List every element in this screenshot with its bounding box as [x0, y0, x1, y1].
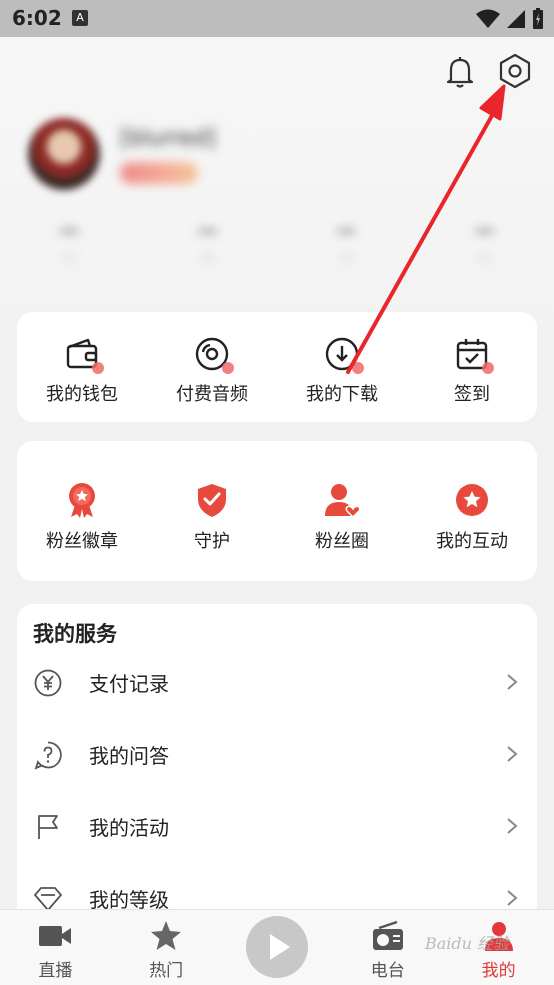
service-item-payment-records[interactable]: 支付记录	[17, 652, 537, 712]
fan-circle-label: 粉丝圈	[277, 527, 407, 553]
fan-badge-button[interactable]: 粉丝徽章	[17, 441, 147, 581]
chevron-right-icon	[505, 888, 519, 908]
stat-item[interactable]: ——	[0, 218, 139, 288]
service-item-my-qa[interactable]: 我的问答	[17, 724, 537, 784]
paid-audio-label: 付费音频	[147, 380, 277, 406]
red-dot	[222, 362, 234, 374]
nav-live[interactable]: 直播	[0, 910, 111, 985]
services-title: 我的服务	[33, 618, 117, 648]
quick-actions-card: 我的钱包 付费音频 我的下载	[17, 312, 537, 422]
settings-icon	[494, 50, 536, 92]
services-card: 我的服务 支付记录 我的问答 我的活动 我的等级	[17, 604, 537, 924]
video-camera-icon	[38, 920, 72, 952]
nav-label: 电台	[332, 956, 443, 981]
checkin-button[interactable]: 签到	[407, 312, 537, 422]
profile-level-badge	[120, 162, 198, 184]
wallet-button[interactable]: 我的钱包	[17, 312, 147, 422]
status-bar: 6:02 A	[0, 0, 554, 37]
fan-circle-icon	[323, 481, 361, 519]
flag-icon	[33, 812, 63, 842]
fan-badge-label: 粉丝徽章	[17, 527, 147, 553]
badge-icon	[63, 481, 101, 519]
avatar[interactable]	[28, 118, 100, 190]
chevron-right-icon	[505, 672, 519, 692]
guard-button[interactable]: 守护	[147, 441, 277, 581]
play-button[interactable]	[246, 916, 308, 978]
chevron-right-icon	[505, 744, 519, 764]
nav-label: 直播	[0, 956, 111, 981]
signal-icon	[506, 9, 526, 29]
shield-icon	[193, 481, 231, 519]
chevron-right-icon	[505, 816, 519, 836]
red-dot	[92, 362, 104, 374]
nav-label: 我的	[443, 956, 554, 981]
my-interaction-label: 我的互动	[407, 527, 537, 553]
nav-player[interactable]	[222, 910, 333, 985]
profile-section[interactable]: [blurred] —— —— —— ——	[0, 100, 554, 295]
status-indicators	[476, 7, 544, 31]
play-icon	[246, 916, 308, 978]
nav-label: 热门	[111, 956, 222, 981]
service-item-my-activities[interactable]: 我的活动	[17, 796, 537, 856]
stat-item[interactable]: ——	[416, 218, 554, 288]
service-item-label: 支付记录	[89, 668, 169, 697]
yuan-icon	[33, 668, 63, 698]
paid-audio-button[interactable]: 付费音频	[147, 312, 277, 422]
star-circle-icon	[453, 481, 491, 519]
stat-item[interactable]: ——	[139, 218, 278, 288]
profile-stats: —— —— —— ——	[0, 218, 554, 288]
star-icon	[149, 920, 183, 952]
downloads-label: 我的下载	[277, 380, 407, 406]
downloads-button[interactable]: 我的下载	[277, 312, 407, 422]
fan-features-card: 粉丝徽章 守护 粉丝圈	[17, 441, 537, 581]
my-interaction-button[interactable]: 我的互动	[407, 441, 537, 581]
nav-hot[interactable]: 热门	[111, 910, 222, 985]
status-time: 6:02	[12, 6, 62, 30]
red-dot	[352, 362, 364, 374]
watermark: Baidu 经验	[425, 930, 509, 954]
checkin-label: 签到	[407, 380, 537, 406]
bell-icon	[440, 52, 480, 92]
guard-label: 守护	[147, 527, 277, 553]
red-dot	[482, 362, 494, 374]
settings-button[interactable]	[494, 50, 536, 92]
stat-item[interactable]: ——	[277, 218, 416, 288]
battery-icon	[532, 8, 544, 30]
fan-circle-button[interactable]: 粉丝圈	[277, 441, 407, 581]
notification-app-icon: A	[72, 10, 88, 26]
wallet-label: 我的钱包	[17, 380, 147, 406]
notifications-button[interactable]	[440, 52, 480, 92]
wifi-icon	[476, 9, 500, 29]
service-item-label: 我的活动	[89, 812, 169, 841]
radio-icon	[371, 920, 405, 952]
profile-name: [blurred]	[120, 126, 216, 151]
question-icon	[33, 740, 63, 770]
service-item-label: 我的问答	[89, 740, 169, 769]
